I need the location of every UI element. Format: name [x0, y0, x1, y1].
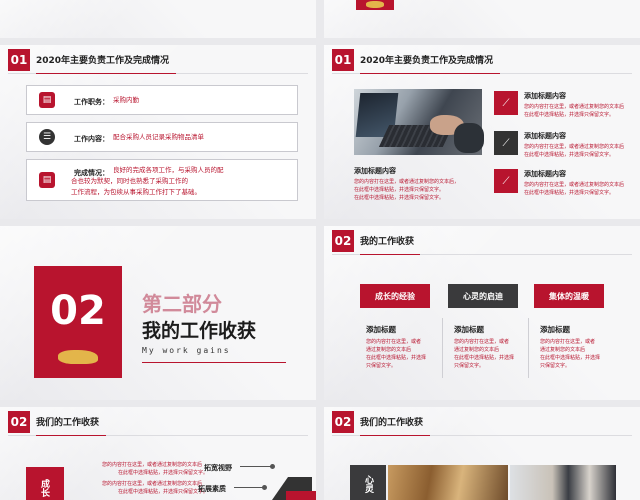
column-title: 添加标题	[454, 325, 484, 334]
info-box-content: ☰ 工作内容： 配合采购人员记录采购物品清单	[26, 122, 298, 152]
feature-text: 在此框中选择粘贴，并选择只保留文字。	[524, 190, 615, 196]
chart-line-icon: ⟋	[494, 169, 518, 193]
laptop-photo	[354, 89, 484, 155]
section-title: 2020年主要负责工作及完成情况	[36, 56, 170, 66]
feature-text: 您的内容打在这里，或者通过复制您的文本后	[524, 104, 625, 110]
column-text: 在此框中选择粘贴，并选择	[454, 355, 515, 361]
section-number-badge: 02	[332, 411, 354, 433]
column-text: 您的内容打在这里，或者	[454, 339, 510, 345]
slide-top-left-partial	[0, 0, 316, 38]
connector-dot	[262, 485, 267, 490]
column-text: 在此框中选择粘贴，并选择	[540, 355, 601, 361]
caption-line: 在此框中选择粘贴，并选择只保留文字。	[354, 195, 445, 201]
slide-my-gains: 02 我的工作收获 成长的经验 心灵的启迪 集体的温暖 添加标题 您的内容打在这…	[324, 226, 640, 400]
column-head: 心灵的启迪	[448, 284, 518, 308]
feature-text: 在此框中选择粘贴，并选择只保留文字。	[524, 112, 615, 118]
bull-icon	[58, 350, 98, 364]
column-head: 集体的温暖	[534, 284, 604, 308]
section-title: 2020年主要负责工作及完成情况	[360, 56, 494, 66]
info-label: 工作职务：	[74, 98, 109, 106]
section-number-badge: 01	[332, 49, 354, 71]
info-box-completion: ▤ 完成情况： 良好的完成各项工作，与采购人员的配 合也较为默契，同时也熟悉了采…	[26, 159, 298, 201]
column-text: 通过复制您的文本后	[540, 347, 586, 353]
info-text-line: 工作流程，为包续从事采购工作打下了基础。	[71, 188, 201, 196]
feature-title: 添加标题内容	[524, 92, 566, 100]
info-text: 配合采购人员记录采购物品清单	[113, 133, 204, 141]
feature-title: 添加标题内容	[524, 170, 566, 178]
column-text: 只保留文字。	[366, 363, 397, 369]
title-underline-accent	[36, 435, 106, 436]
part-number: 02	[50, 288, 106, 334]
meeting-photo	[510, 465, 616, 500]
column-text: 您的内容打在这里，或者	[366, 339, 422, 345]
caption-title: 添加标题内容	[354, 167, 396, 175]
gain-text: 在此框中选择粘贴，并选择只保留文字。	[118, 489, 209, 495]
part-subtitle: My work gains	[142, 346, 231, 355]
slide-work-details: 01 2020年主要负责工作及完成情况 添加标题内容 您的内容打在这里，或者通过…	[324, 45, 640, 219]
subtitle-underline	[142, 362, 286, 363]
chart-line-icon: ⟋	[494, 91, 518, 115]
team-hands-photo	[388, 465, 508, 500]
gain-text: 您的内容打在这里，或者通过复制您的文本后	[102, 481, 203, 487]
title-underline-accent	[360, 73, 500, 74]
part-heading: 我的工作收获	[142, 320, 257, 342]
connector-line	[240, 466, 272, 467]
caption-line: 在此框中选择粘贴，并选择只保留文字。	[354, 187, 445, 193]
feature-text: 在此框中选择粘贴，并选择只保留文字。	[524, 152, 615, 158]
column-divider	[528, 318, 529, 378]
column-text: 只保留文字。	[454, 363, 485, 369]
feature-title: 添加标题内容	[524, 132, 566, 140]
slide-work-summary: 01 2020年主要负责工作及完成情况 ▤ 工作职务： 采购内勤 ☰ 工作内容：…	[0, 45, 316, 219]
list-icon: ▤	[39, 172, 55, 188]
column-text: 在此框中选择粘贴，并选择	[366, 355, 427, 361]
column-title: 添加标题	[540, 325, 570, 334]
column-text: 只保留文字。	[540, 363, 571, 369]
connector-line	[234, 487, 264, 488]
slide-our-gains-photos: 02 我们的工作收获 心灵	[324, 407, 640, 500]
gain-text: 在此框中选择粘贴，并选择只保留文字。	[118, 470, 209, 476]
info-text: 采购内勤	[113, 96, 139, 104]
checklist-icon: ☰	[39, 129, 55, 145]
section-number-badge: 01	[8, 49, 30, 71]
slide-top-right-partial	[324, 0, 640, 38]
part-heading-red: 第二部分	[142, 292, 222, 316]
connector-dot	[270, 464, 275, 469]
feature-text: 您的内容打在这里，或者通过复制您的文本后	[524, 144, 625, 150]
column-head: 成长的经验	[360, 284, 430, 308]
document-icon: ▤	[39, 92, 55, 108]
slide-part-two-cover: 02 第二部分 我的工作收获 My work gains	[0, 226, 316, 400]
caption-line: 您的内容打在这里，或者通过复制您的文本后，	[354, 179, 460, 185]
info-text-line: 合也较为默契，同时也熟悉了采购工作的	[71, 177, 188, 185]
gain-label: 拓展素质	[198, 485, 226, 493]
column-text: 通过复制您的文本后	[454, 347, 500, 353]
title-underline-accent	[360, 254, 420, 255]
title-underline-accent	[36, 73, 176, 74]
gain-text: 您的内容打在这里，或者通过复制您的文本后	[102, 462, 203, 468]
info-label: 工作内容：	[74, 135, 109, 143]
section-title: 我们的工作收获	[360, 418, 424, 428]
decor-shape	[286, 491, 316, 500]
section-title: 我的工作收获	[360, 237, 415, 247]
column-title: 添加标题	[366, 325, 396, 334]
side-label: 心灵	[363, 475, 373, 493]
section-number-badge: 02	[8, 411, 30, 433]
gain-label: 拓宽视野	[204, 464, 232, 472]
side-label: 成长	[39, 479, 49, 497]
section-title: 我们的工作收获	[36, 418, 100, 428]
column-text: 您的内容打在这里，或者	[540, 339, 596, 345]
info-box-position: ▤ 工作职务： 采购内勤	[26, 85, 298, 115]
bull-logo-icon	[366, 1, 384, 8]
section-number-badge: 02	[332, 230, 354, 252]
column-divider	[442, 318, 443, 378]
column-text: 通过复制您的文本后	[366, 347, 412, 353]
info-text-line: 良好的完成各项工作，与采购人员的配	[113, 166, 224, 174]
slide-our-gains: 02 我们的工作收获 成长 您的内容打在这里，或者通过复制您的文本后 在此框中选…	[0, 407, 316, 500]
title-underline-accent	[360, 435, 430, 436]
feature-text: 您的内容打在这里，或者通过复制您的文本后	[524, 182, 625, 188]
chart-line-icon: ⟋	[494, 131, 518, 155]
